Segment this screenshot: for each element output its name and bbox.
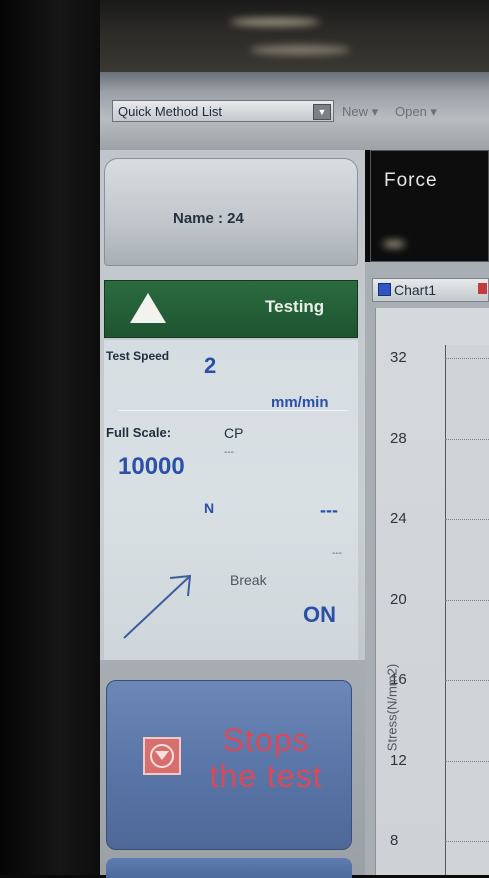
up-triangle-icon — [130, 293, 166, 323]
monitor-bezel — [0, 0, 100, 875]
break-label: Break — [230, 572, 267, 588]
stop-button-line1: Stops — [222, 722, 310, 758]
grid-line — [445, 599, 489, 601]
test-speed-label: Test Speed — [106, 349, 170, 363]
screen-top-area — [100, 0, 489, 72]
grid-line — [445, 358, 489, 359]
open-menu[interactable]: Open ▾ — [395, 104, 437, 120]
secondary-button[interactable] — [106, 858, 352, 878]
diagonal-arrow-icon — [123, 574, 192, 639]
screen-glare — [250, 45, 350, 55]
status-label: Testing — [265, 297, 325, 316]
y-axis-label: Stress(N/mm2) — [384, 663, 400, 752]
new-menu[interactable]: New ▾ — [342, 104, 378, 120]
divider — [118, 410, 348, 411]
stop-icon — [143, 737, 181, 775]
grid-line — [445, 438, 489, 440]
open-menu-label: Open — [395, 104, 427, 119]
tab-chart1-label: Chart1 — [394, 282, 437, 298]
cp-label: CP — [224, 425, 244, 441]
test-speed-value: 2 — [204, 353, 217, 378]
quick-method-list-label: Quick Method List — [118, 104, 223, 119]
full-scale-value: 10000 — [118, 453, 185, 480]
y-tick-label: 24 — [390, 510, 407, 527]
quick-method-list-dropdown[interactable]: Quick Method List ▼ — [112, 100, 334, 122]
chevron-down-icon[interactable]: ▼ — [313, 104, 331, 120]
y-tick-label: 20 — [390, 590, 407, 608]
break-status: ON — [303, 602, 336, 627]
speed-unit: mm/min — [271, 394, 329, 411]
chart-color-icon — [378, 283, 391, 296]
specimen-name: Name : 24 — [173, 210, 244, 227]
grid-line — [445, 680, 489, 681]
y-tick-label: 28 — [390, 429, 407, 447]
grid-line — [445, 841, 489, 842]
grid-line — [445, 519, 489, 520]
cp-value: --- — [224, 447, 234, 458]
y-tick-label: 8 — [390, 832, 399, 849]
force-label: Force — [384, 170, 438, 191]
chart2-color-icon — [478, 283, 487, 294]
force-reading: --- — [320, 500, 338, 520]
secondary-reading: --- — [332, 548, 342, 559]
new-menu-label: New — [342, 104, 369, 119]
screen-glare — [230, 18, 320, 26]
screen-glare — [383, 240, 405, 248]
full-scale-unit: N — [204, 500, 215, 516]
y-tick-label: 32 — [390, 349, 407, 366]
full-scale-label: Full Scale: — [106, 425, 172, 440]
stop-button-label: Stops the test — [196, 722, 336, 794]
grid-line — [445, 760, 489, 762]
plot-area — [445, 345, 489, 875]
stop-button-line2: the test — [209, 758, 323, 794]
